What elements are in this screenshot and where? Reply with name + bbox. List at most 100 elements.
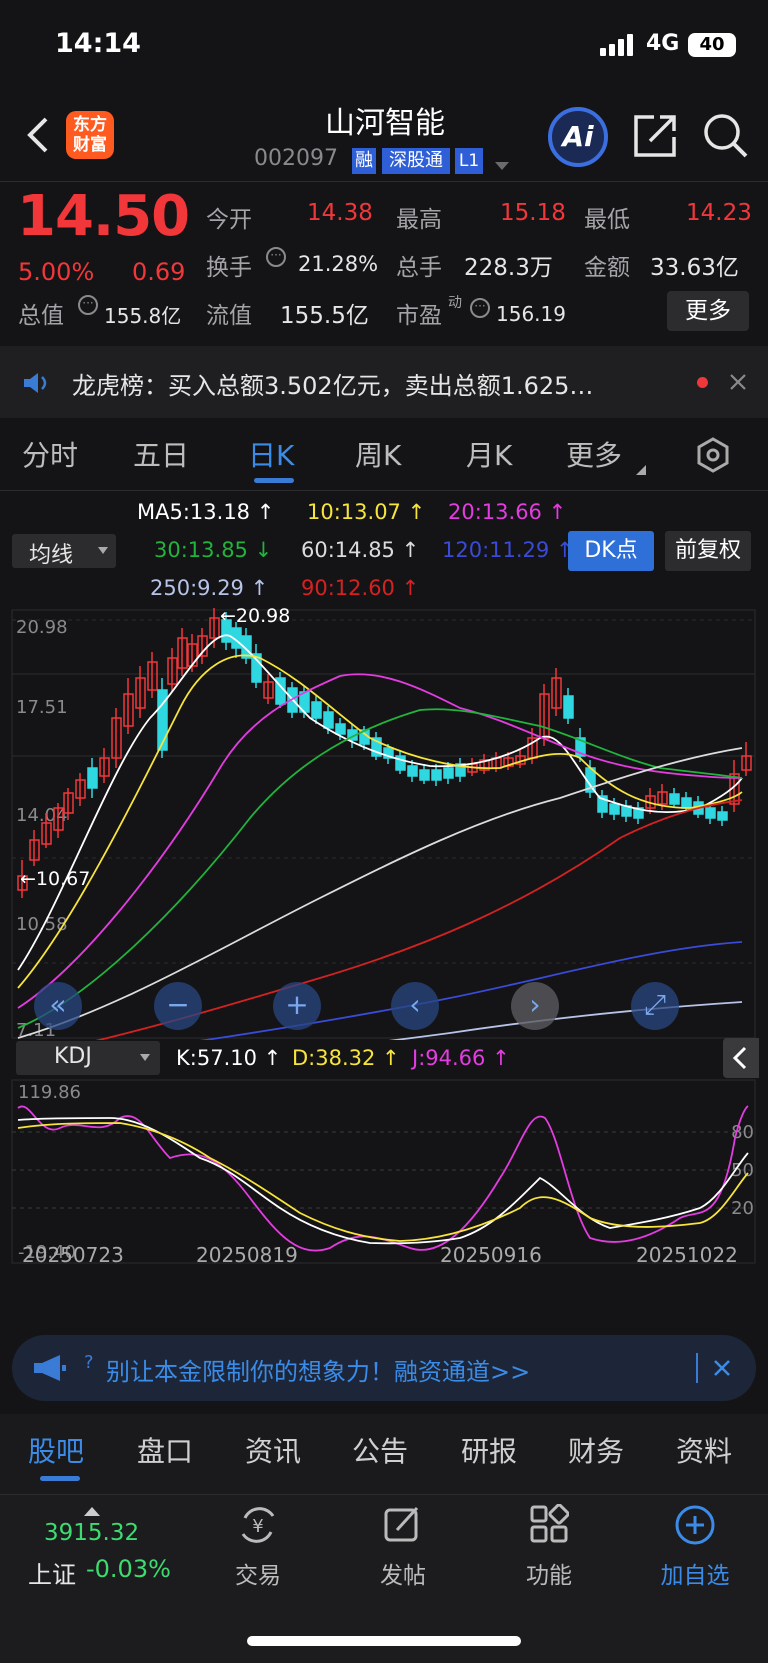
svg-text:¥: ¥ [252, 1516, 263, 1537]
subtab-6[interactable]: 资料 [676, 1430, 732, 1470]
info-icon[interactable]: ··· [266, 247, 286, 267]
status-time: 14:14 [55, 28, 141, 59]
low-value: 14.23 [686, 200, 752, 226]
pe-value: 156.19 [496, 302, 566, 326]
candle-body [311, 701, 322, 719]
banner-text[interactable]: 别让本金限制你的想象力！融资通道>> [106, 1352, 530, 1387]
search-icon[interactable] [702, 112, 750, 160]
tab-0[interactable]: 分时 [22, 434, 78, 474]
close-icon[interactable] [729, 373, 747, 391]
max-price-label: ←20.98 [220, 608, 290, 627]
more-button[interactable]: 更多 [667, 291, 749, 331]
float-label: 流值 [206, 303, 252, 329]
tab-1[interactable]: 五日 [133, 434, 189, 474]
chevron-down-icon [98, 547, 108, 554]
subtab-2[interactable]: 资讯 [245, 1430, 301, 1470]
y-axis-label: 20.98 [16, 617, 68, 638]
adjust-forward-button[interactable]: 前复权 [665, 531, 751, 571]
nav-add-watchlist[interactable]: 加自选 [650, 1556, 740, 1590]
prev-icon[interactable]: ‹ [391, 982, 439, 1030]
grid-icon[interactable] [529, 1503, 570, 1544]
ma30-value: 30:13.85 ↓ [154, 538, 273, 562]
close-icon[interactable] [713, 1359, 731, 1377]
high-value: 15.18 [500, 200, 566, 226]
amount-value: 33.63亿 [650, 255, 739, 281]
candle-body [323, 711, 334, 729]
dk-point-button[interactable]: DK点 [568, 531, 654, 571]
index-change[interactable]: -0.03% [86, 1555, 171, 1583]
candle-body [563, 695, 574, 719]
fullscreen-icon[interactable]: ⤢ [631, 982, 679, 1030]
zoom-out-icon[interactable]: − [154, 982, 202, 1030]
add-circle-icon[interactable] [674, 1504, 716, 1546]
ma-selector-label: 均线 [29, 543, 74, 568]
info-icon[interactable]: ··· [78, 295, 98, 315]
settings-gear-icon[interactable] [694, 436, 732, 474]
next-icon[interactable]: › [511, 982, 559, 1030]
date-label: 20250819 [196, 1243, 298, 1266]
turnover-value: 21.28% [298, 252, 379, 276]
ma-selector[interactable]: 均线 [12, 534, 116, 568]
trade-icon[interactable]: ¥ [237, 1504, 279, 1546]
zoom-in-icon[interactable]: + [273, 982, 321, 1030]
date-label: 20250916 [440, 1243, 542, 1266]
ma10-value: 10:13.07 ↑ [307, 500, 426, 524]
ai-button[interactable]: Ai [548, 107, 608, 167]
speaker-icon [22, 371, 52, 395]
badge-hk-connect: 深股通 [382, 148, 450, 174]
share-icon[interactable] [632, 113, 678, 159]
question-icon: ? [84, 1352, 94, 1373]
index-name[interactable]: 上证 [28, 1555, 76, 1590]
candle-body [431, 769, 442, 781]
subtab-1[interactable]: 盘口 [137, 1430, 193, 1470]
logo-text-2: 财富 [73, 135, 107, 155]
kdj-chart[interactable]: 119.86-19.4080502020250723 20250819 202509… [0, 1078, 768, 1266]
candle-body [705, 807, 716, 819]
nav-post[interactable]: 发帖 [375, 1556, 431, 1590]
app-logo[interactable]: 东方 财富 [66, 111, 114, 159]
ma60-value: 60:14.85 ↑ [301, 538, 420, 562]
candlestick-chart[interactable]: 20.9817.5114.0410.587.11←20.98←10.67 [0, 608, 768, 1040]
news-ticker[interactable]: 龙虎榜：买入总额3.502亿元，卖出总额1.625… [72, 366, 662, 401]
kdj-frame [11, 1079, 756, 1264]
pe-dynamic-mark: 动 [448, 295, 462, 311]
tab-3[interactable]: 周K [355, 434, 401, 474]
open-value: 14.38 [307, 200, 373, 226]
ma250-value: 250:9.29 ↑ [150, 576, 269, 600]
date-label: 20251022 [636, 1243, 738, 1266]
megaphone-icon [32, 1353, 68, 1383]
tab-4[interactable]: 月K [466, 434, 512, 474]
kdj-d-value: D:38.32 ↑ [292, 1046, 400, 1070]
subtab-3[interactable]: 公告 [352, 1430, 408, 1470]
candle-body [419, 769, 430, 781]
subtab-5[interactable]: 财务 [568, 1430, 624, 1470]
battery-icon: 40 [688, 33, 736, 57]
kdj-j-value: J:94.66 ↑ [412, 1046, 510, 1070]
index-value[interactable]: 3915.32 [44, 1520, 139, 1546]
candle-body [717, 811, 728, 821]
volume-value: 228.3万 [464, 255, 553, 281]
mcap-value: 155.8亿 [104, 304, 182, 328]
candle-body [669, 793, 680, 805]
divider [696, 1353, 698, 1383]
nav-trade[interactable]: 交易 [230, 1556, 286, 1590]
subtab-4[interactable]: 研报 [461, 1430, 517, 1470]
rewind-icon[interactable]: « [34, 982, 82, 1030]
back-icon[interactable] [24, 115, 54, 155]
last-price: 14.50 [17, 184, 190, 249]
mcap-label: 总值 [18, 303, 64, 329]
turnover-label: 换手 [206, 255, 252, 281]
tab-2[interactable]: 日K [248, 434, 294, 474]
nav-functions[interactable]: 功能 [521, 1556, 577, 1590]
info-icon[interactable]: ··· [470, 298, 490, 318]
collapse-panel-icon[interactable] [723, 1038, 759, 1078]
compose-icon[interactable] [383, 1504, 423, 1544]
indicator-selector[interactable]: KDJ [16, 1041, 160, 1075]
chevron-down-icon [140, 1054, 150, 1061]
dropdown-icon[interactable] [494, 156, 510, 170]
ai-label: Ai [562, 120, 594, 153]
kdj-y-top: 119.86 [18, 1082, 81, 1103]
subtab-0[interactable]: 股吧 [28, 1430, 84, 1470]
tab-5[interactable]: 更多 [566, 434, 622, 474]
badge-margin: 融 [352, 148, 376, 174]
